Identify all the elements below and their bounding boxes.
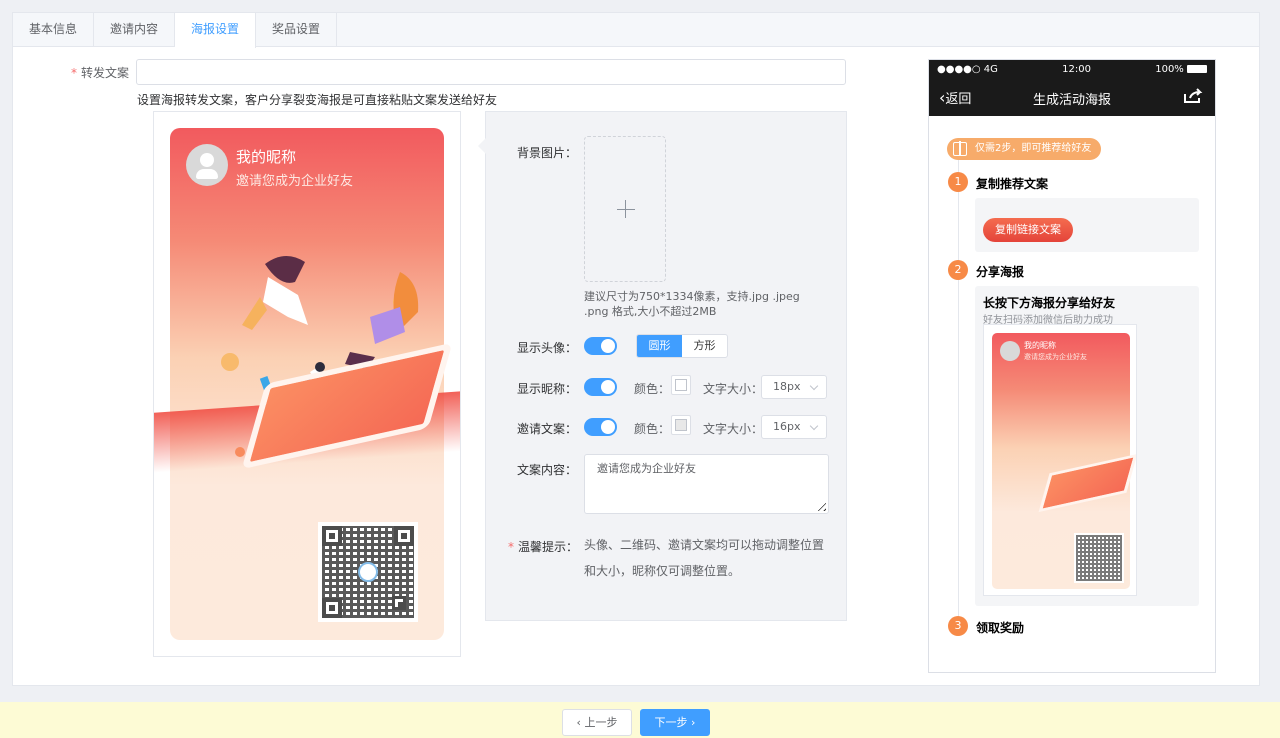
poster-preview: 我的昵称 邀请您成为企业好友 <box>153 111 461 657</box>
nick-font-size-select[interactable]: 18px <box>761 375 827 399</box>
mobile-nav-bar: ‹返回 生成活动海报 <box>929 78 1215 116</box>
mobile-title: 生成活动海报 <box>1032 93 1111 108</box>
resize-handle-icon[interactable] <box>814 499 826 511</box>
poster-avatar[interactable] <box>186 144 228 186</box>
content-label: 文案内容： <box>517 463 578 477</box>
nick-font-size-label: 文字大小： <box>703 382 764 396</box>
step2-title: 分享海报 <box>976 265 1025 279</box>
nick-color-picker[interactable] <box>671 375 691 395</box>
content-value: 邀请您成为企业好友 <box>597 462 696 475</box>
tab-prize-settings[interactable]: 奖品设置 <box>256 13 338 46</box>
mini-poster: 我的昵称 邀请您成为企业好友 <box>983 324 1137 596</box>
next-step-button[interactable]: 下一步 › <box>640 709 710 736</box>
tips-label: * 温馨提示： <box>508 540 579 554</box>
step3-number: 3 <box>948 616 968 636</box>
forward-label: * 转发文案 <box>71 66 130 80</box>
step3-title: 领取奖励 <box>976 621 1025 635</box>
step1-box: 复制链接文案 <box>975 198 1199 252</box>
invite-font-size-label: 文字大小： <box>703 422 764 436</box>
status-bar: ●●●●○ 4G 12:00 100% <box>929 60 1215 78</box>
forward-text-input[interactable] <box>136 59 846 85</box>
invite-color-label: 颜色： <box>634 422 671 436</box>
shape-square-option[interactable]: 方形 <box>682 335 727 357</box>
mini-avatar <box>1000 341 1020 361</box>
shape-round-option[interactable]: 圆形 <box>637 335 682 357</box>
qr-code[interactable] <box>318 522 418 622</box>
tab-invite-content[interactable]: 邀请内容 <box>94 13 176 46</box>
upload-tip: 建议尺寸为750*1334像素，支持.jpg .jpeg .png 格式,大小不… <box>584 290 800 318</box>
footer-bar: ‹ 上一步 下一步 › <box>0 702 1280 738</box>
plus-icon <box>617 209 635 210</box>
step2-box: 长按下方海报分享给好友 好友扫码添加微信后助力成功 我的昵称 邀请您成为企业好友 <box>975 286 1199 606</box>
tips-text: 头像、二维码、邀请文案均可以拖动调整位置和大小，昵称仅可调整位置。 <box>584 538 825 578</box>
invite-font-size-select[interactable]: 16px <box>761 415 827 439</box>
show-avatar-switch[interactable] <box>584 337 617 355</box>
battery-text: 100% <box>1155 64 1207 75</box>
chevron-right-icon: › <box>687 716 696 729</box>
poster-invite-text[interactable]: 邀请您成为企业好友 <box>236 170 353 189</box>
show-invite-switch[interactable] <box>584 418 617 436</box>
invite-color-fill <box>675 419 687 431</box>
main-card: 基本信息 邀请内容 海报设置 奖品设置 * 转发文案 设置海报转发文案，客户分享裂… <box>12 12 1260 686</box>
nick-color-label: 颜色： <box>634 382 671 396</box>
copy-link-button[interactable]: 复制链接文案 <box>983 218 1073 242</box>
prev-step-button[interactable]: ‹ 上一步 <box>562 709 632 736</box>
battery-icon <box>1187 64 1207 73</box>
signal-text: ●●●●○ 4G <box>937 63 998 75</box>
show-avatar-label: 显示头像： <box>517 341 578 355</box>
status-time: 12:00 <box>1062 63 1091 75</box>
tab-bar: 基本信息 邀请内容 海报设置 奖品设置 <box>13 13 1259 48</box>
invite-text-label: 邀请文案： <box>517 422 578 436</box>
mini-phone-illustration <box>1038 453 1136 513</box>
mini-nickname: 我的昵称 <box>1024 341 1056 350</box>
step1-title: 复制推荐文案 <box>976 177 1049 191</box>
invite-color-picker[interactable] <box>671 415 691 435</box>
mobile-preview: ●●●●○ 4G 12:00 100% ‹返回 生成活动海报 仅需2步，即可推荐… <box>928 59 1216 673</box>
step1-number: 1 <box>948 172 968 192</box>
share-title: 长按下方海报分享给好友 <box>983 296 1116 310</box>
mini-qr-code <box>1074 533 1124 583</box>
steps-connector <box>958 160 959 620</box>
poster-nickname[interactable]: 我的昵称 <box>236 146 296 167</box>
wechat-logo-icon <box>358 562 378 582</box>
content-textarea[interactable]: 邀请您成为企业好友 <box>584 454 829 514</box>
tab-basic-info[interactable]: 基本信息 <box>13 13 95 46</box>
show-nick-switch[interactable] <box>584 378 617 396</box>
show-nick-label: 显示昵称： <box>517 382 578 396</box>
bg-image-upload[interactable] <box>584 136 666 282</box>
bg-image-label: 背景图片： <box>517 146 578 160</box>
forward-hint: 设置海报转发文案，客户分享裂变海报是可直接粘贴文案发送给好友 <box>137 93 498 107</box>
settings-panel: 背景图片： 建议尺寸为750*1334像素，支持.jpg .jpeg .png … <box>478 111 847 621</box>
share-icon[interactable] <box>1183 88 1203 104</box>
nick-color-fill <box>675 379 687 391</box>
tab-poster-settings[interactable]: 海报设置 <box>175 13 257 48</box>
step2-number: 2 <box>948 260 968 280</box>
steps-badge: 仅需2步，即可推荐给好友 <box>947 138 1102 160</box>
avatar-shape-toggle: 圆形 方形 <box>636 334 728 358</box>
gift-icon <box>953 141 967 156</box>
mini-invite: 邀请您成为企业好友 <box>1024 353 1087 361</box>
